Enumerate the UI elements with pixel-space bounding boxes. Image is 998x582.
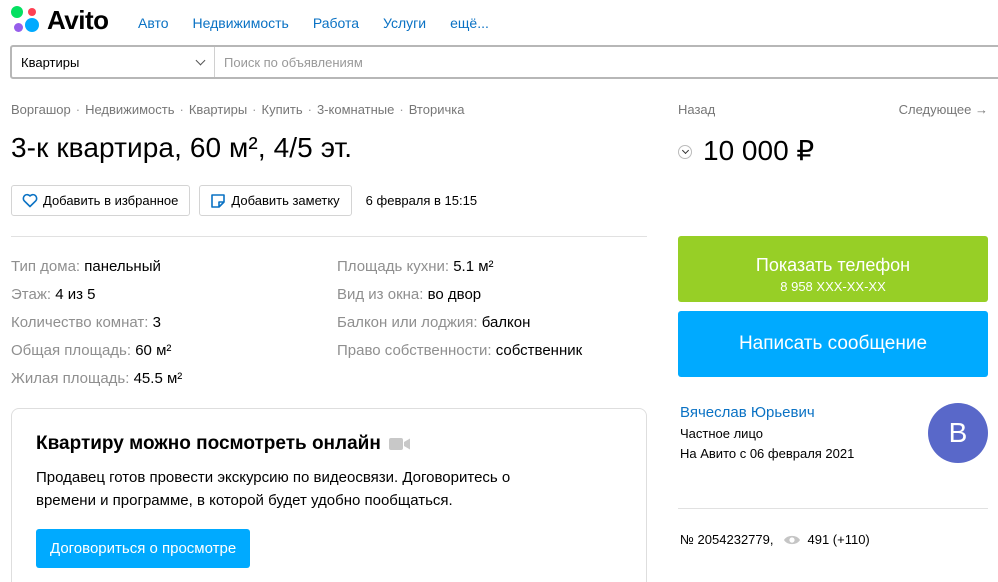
online-view-title-row: Квартиру можно посмотреть онлайн xyxy=(36,433,622,455)
breadcrumb-item[interactable]: Купить xyxy=(262,102,303,117)
nav-link-realty[interactable]: Недвижимость xyxy=(193,15,289,31)
video-camera-icon xyxy=(388,438,410,450)
param-item: Тип дома: панельный xyxy=(11,253,182,281)
param-key: Вид из окна: xyxy=(337,286,428,303)
add-favorite-button[interactable]: Добавить в избранное xyxy=(11,185,191,216)
breadcrumb-separator: · xyxy=(307,102,312,117)
breadcrumb-separator: · xyxy=(179,102,184,117)
nav-link-services[interactable]: Услуги xyxy=(383,15,426,31)
param-item: Балкон или лоджия: балкон xyxy=(337,309,582,337)
eye-icon xyxy=(784,535,801,544)
search-input[interactable] xyxy=(215,47,998,77)
param-item: Этаж: 4 из 5 xyxy=(11,281,182,309)
param-key: Этаж: xyxy=(11,286,56,303)
param-item: Вид из окна: во двор xyxy=(337,281,582,309)
params-list-left: Тип дома: панельный Этаж: 4 из 5 Количес… xyxy=(11,253,182,393)
next-link[interactable]: Следующее → xyxy=(899,102,988,117)
logo-text: Avito xyxy=(47,4,109,35)
param-value: панельный xyxy=(84,258,161,275)
breadcrumb-separator: · xyxy=(399,102,404,117)
param-value: во двор xyxy=(427,286,482,303)
heart-icon xyxy=(22,193,38,208)
add-note-label: Добавить заметку xyxy=(231,193,340,208)
ad-actions: Добавить в избранное Добавить заметку 6 … xyxy=(11,185,477,216)
nav-link-auto[interactable]: Авто xyxy=(138,15,169,31)
show-phone-label: Показать телефон xyxy=(755,255,911,275)
params-list-right: Площадь кухни: 5.1 м² Вид из окна: во дв… xyxy=(337,253,582,365)
phone-number: 8 958 XXX-XX-XX xyxy=(780,279,886,294)
avatar[interactable]: В xyxy=(928,403,988,463)
views-count: 491 (+110) xyxy=(807,532,870,547)
param-value: балкон xyxy=(481,314,531,331)
online-view-card: Квартиру можно посмотреть онлайн Продаве… xyxy=(11,408,647,582)
seller-type: Частное лицо xyxy=(680,426,763,441)
param-value: 3 xyxy=(152,314,161,331)
param-key: Балкон или лоджия: xyxy=(337,314,482,331)
param-item: Общая площадь: 60 м² xyxy=(11,337,182,365)
nav-link-more[interactable]: ещё... xyxy=(450,15,489,31)
param-value: 60 м² xyxy=(135,342,172,359)
ad-meta: № 2054232779, 491 (+110) xyxy=(680,532,870,547)
param-key: Количество комнат: xyxy=(11,314,153,331)
breadcrumb-item[interactable]: Недвижимость xyxy=(85,102,174,117)
param-key: Площадь кухни: xyxy=(337,258,454,275)
divider xyxy=(678,508,988,509)
param-key: Тип дома: xyxy=(11,258,85,275)
category-select-value: Квартиры xyxy=(21,54,80,70)
chevron-down-icon xyxy=(195,55,206,65)
param-key: Жилая площадь: xyxy=(11,370,134,387)
nav-link-jobs[interactable]: Работа xyxy=(313,15,359,31)
param-item: Жилая площадь: 45.5 м² xyxy=(11,365,182,393)
seller-since: На Авито с 06 февраля 2021 xyxy=(680,446,855,461)
param-item: Право собственности: собственник xyxy=(337,337,582,365)
breadcrumb-separator: · xyxy=(75,102,81,117)
param-value: собственник xyxy=(495,342,583,359)
param-value: 4 из 5 xyxy=(55,286,96,303)
page-title: 3-к квартира, 60 м², 4/5 эт. xyxy=(11,132,353,163)
param-item: Площадь кухни: 5.1 м² xyxy=(337,253,582,281)
show-phone-button[interactable]: Показать телефон 8 958 XXX-XX-XX xyxy=(678,236,988,302)
param-key: Право собственности: xyxy=(337,342,496,359)
logo-dots-icon xyxy=(11,5,41,35)
publish-date: 6 февраля в 15:15 xyxy=(365,193,478,208)
top-nav: Авто Недвижимость Работа Услуги ещё... xyxy=(138,15,489,31)
back-link[interactable]: Назад xyxy=(678,102,715,117)
seller-name[interactable]: Вячеслав Юрьевич xyxy=(680,404,815,421)
breadcrumb-item[interactable]: Квартиры xyxy=(189,102,247,117)
add-favorite-label: Добавить в избранное xyxy=(43,193,179,208)
arrange-viewing-button[interactable]: Договориться о просмотре xyxy=(36,529,251,568)
divider xyxy=(11,236,647,237)
param-value: 45.5 м² xyxy=(133,370,183,387)
online-view-text: Продавец готов провести экскурсию по вид… xyxy=(36,469,511,509)
online-view-title: Квартиру можно посмотреть онлайн xyxy=(36,433,381,454)
param-item: Количество комнат: 3 xyxy=(11,309,182,337)
breadcrumb: Воргашор · Недвижимость · Квартиры · Купить… xyxy=(11,102,464,117)
write-message-button[interactable]: Написать сообщение xyxy=(678,311,988,377)
ad-number: № 2054232779, xyxy=(680,532,774,547)
breadcrumb-item[interactable]: Воргашор xyxy=(11,102,71,117)
param-value: 5.1 м² xyxy=(453,258,494,275)
search-bar: Квартиры xyxy=(10,45,998,79)
breadcrumb-item[interactable]: 3-комнатные xyxy=(317,102,394,117)
breadcrumb-item[interactable]: Вторичка xyxy=(409,102,465,117)
param-key: Общая площадь: xyxy=(11,342,136,359)
add-note-button[interactable]: Добавить заметку xyxy=(199,185,352,216)
note-icon xyxy=(211,193,226,208)
price-row: 10 000 ₽ xyxy=(678,134,814,167)
category-select[interactable]: Квартиры xyxy=(12,47,215,77)
price: 10 000 ₽ xyxy=(703,135,815,166)
currency-toggle-icon[interactable] xyxy=(678,145,692,159)
breadcrumb-separator: · xyxy=(252,102,257,117)
avito-logo[interactable]: Avito xyxy=(11,5,109,35)
